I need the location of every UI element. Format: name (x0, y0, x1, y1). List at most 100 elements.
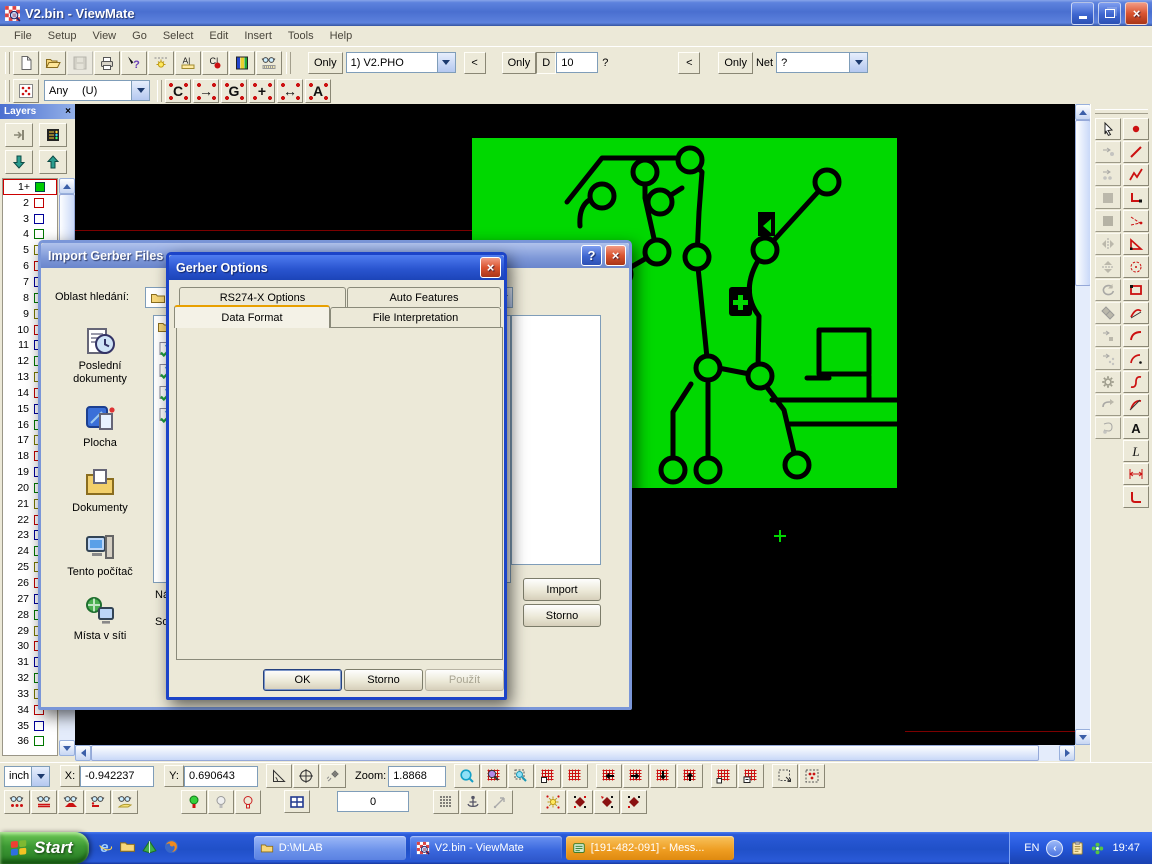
scroll-left-icon[interactable] (75, 745, 91, 761)
chevron-down-icon[interactable] (131, 81, 149, 100)
draw-outline-button[interactable] (1123, 486, 1149, 508)
highlight-button[interactable] (148, 51, 174, 75)
draw-corner-button[interactable] (1123, 187, 1149, 209)
draw-dimension-button[interactable] (1123, 463, 1149, 485)
print-button[interactable] (94, 51, 120, 75)
x-coord-button[interactable]: X: (60, 765, 80, 787)
film-grid-button[interactable] (562, 764, 588, 788)
filter-trace-button[interactable]: ↔ (277, 79, 303, 103)
save-button[interactable] (67, 51, 93, 75)
draw-scurve-button[interactable] (1123, 371, 1149, 393)
counter-field[interactable]: 0 (337, 791, 409, 812)
prev-net-button[interactable]: < (678, 52, 700, 74)
prev-layer-button[interactable]: < (464, 52, 486, 74)
tab-auto-features[interactable]: Auto Features (347, 287, 501, 307)
layer-color-swatch[interactable] (34, 229, 44, 239)
close-button[interactable]: × (480, 257, 501, 278)
lamp-red-button[interactable] (235, 790, 261, 814)
layer-setup-button[interactable] (39, 123, 67, 147)
aperture-type-combo[interactable]: Any (U) (44, 80, 150, 101)
move-down-button[interactable] (5, 150, 33, 174)
draw-pad-button[interactable] (1123, 118, 1149, 140)
close-button[interactable]: × (1125, 2, 1148, 25)
view-sketch-button[interactable] (112, 790, 138, 814)
collapse-chevron-icon[interactable]: ‹ (1046, 840, 1063, 857)
green-flower-icon[interactable] (1090, 841, 1105, 856)
copy-step-button[interactable] (1095, 164, 1121, 186)
help-button[interactable]: ? (581, 245, 602, 266)
hscroll-thumb[interactable] (91, 745, 1039, 761)
minimize-button[interactable] (1071, 2, 1094, 25)
send-layer-button[interactable] (5, 123, 33, 147)
layer-row-35[interactable]: 35 (3, 718, 57, 734)
unit-combo[interactable]: inch (4, 766, 50, 787)
dcode-input[interactable]: 10 (556, 52, 598, 73)
zoom-field[interactable]: 1.8868 (388, 766, 446, 787)
move-up-button[interactable] (39, 150, 67, 174)
probe-button[interactable]: C| (202, 51, 228, 75)
firefox-launch-button[interactable] (163, 838, 180, 858)
view-pads-button[interactable] (4, 790, 30, 814)
y-coord-button[interactable]: Y: (164, 765, 184, 787)
origin-target-button[interactable] (293, 764, 319, 788)
layer-color-swatch[interactable] (35, 182, 45, 192)
flash-burst-button[interactable] (540, 790, 566, 814)
view-traces-button[interactable] (31, 790, 57, 814)
draw-circle-button[interactable] (1123, 256, 1149, 278)
test-point-button[interactable]: A| (175, 51, 201, 75)
new-file-button[interactable] (13, 51, 39, 75)
scroll-right-icon[interactable] (1059, 745, 1075, 761)
close-button[interactable]: × (605, 245, 626, 266)
restore-button[interactable] (1098, 2, 1121, 25)
layer-combo[interactable]: 1) V2.PHO (346, 52, 456, 73)
draw-curve-button[interactable] (1123, 394, 1149, 416)
draw-tangent-button[interactable] (1123, 348, 1149, 370)
pad-diamond-button[interactable] (567, 790, 593, 814)
draw-label-button[interactable]: L (1123, 440, 1149, 462)
storno-button[interactable]: Storno (344, 669, 423, 691)
layer-row-2[interactable]: 2 (3, 195, 57, 211)
draw-angle-button[interactable] (1123, 210, 1149, 232)
menu-setup[interactable]: Setup (40, 28, 85, 44)
pan-up-button[interactable] (677, 764, 703, 788)
menu-file[interactable]: File (6, 28, 40, 44)
only-net-button[interactable]: Only (718, 52, 753, 74)
filter-text-button[interactable]: A (305, 79, 331, 103)
layer-color-swatch[interactable] (34, 214, 44, 224)
view-l-button[interactable] (85, 790, 111, 814)
layer-row-36[interactable]: 36 (3, 734, 57, 750)
menu-edit[interactable]: Edit (201, 28, 236, 44)
clock[interactable]: 19:47 (1112, 842, 1140, 854)
mirror-v-button[interactable] (1095, 256, 1121, 278)
draw-rect-button[interactable] (1123, 279, 1149, 301)
horizontal-scrollbar[interactable] (75, 745, 1075, 761)
angle-measure-button[interactable] (266, 764, 292, 788)
tab-data-format[interactable]: Data Format (174, 305, 330, 328)
toolbar-grip[interactable] (286, 52, 291, 74)
zoom-lens-button[interactable] (454, 764, 480, 788)
place-tento-po-ta-[interactable]: Tento počítač (53, 523, 147, 587)
layer-color-swatch[interactable] (34, 721, 44, 731)
pad-diamond-rot-button[interactable] (594, 790, 620, 814)
import-button[interactable]: Import (523, 578, 601, 601)
pan-left-button[interactable] (596, 764, 622, 788)
view-flash-button[interactable] (58, 790, 84, 814)
taskbar-button-d-mlab[interactable]: D:\MLAB (254, 836, 406, 860)
lasso-dot-button[interactable] (1095, 417, 1121, 439)
draw-triangle-button[interactable] (1123, 233, 1149, 255)
pan-right-button[interactable] (623, 764, 649, 788)
clipboard-tray-icon[interactable] (1070, 841, 1085, 856)
chevron-down-icon[interactable] (437, 53, 455, 72)
book-launch-button[interactable] (141, 838, 158, 858)
layer-color-swatch[interactable] (34, 198, 44, 208)
menu-select[interactable]: Select (155, 28, 202, 44)
draw-arc-button[interactable] (1123, 325, 1149, 347)
pad-diamond-mirror-button[interactable] (621, 790, 647, 814)
lamp-gray-button[interactable] (208, 790, 234, 814)
only-layer-button[interactable]: Only (308, 52, 343, 74)
menu-view[interactable]: View (84, 28, 124, 44)
radar-locate-button[interactable] (320, 764, 346, 788)
ie-launch-button[interactable]: e (97, 838, 114, 858)
scroll-down-icon[interactable] (59, 740, 75, 756)
dot-grid-button[interactable] (433, 790, 459, 814)
